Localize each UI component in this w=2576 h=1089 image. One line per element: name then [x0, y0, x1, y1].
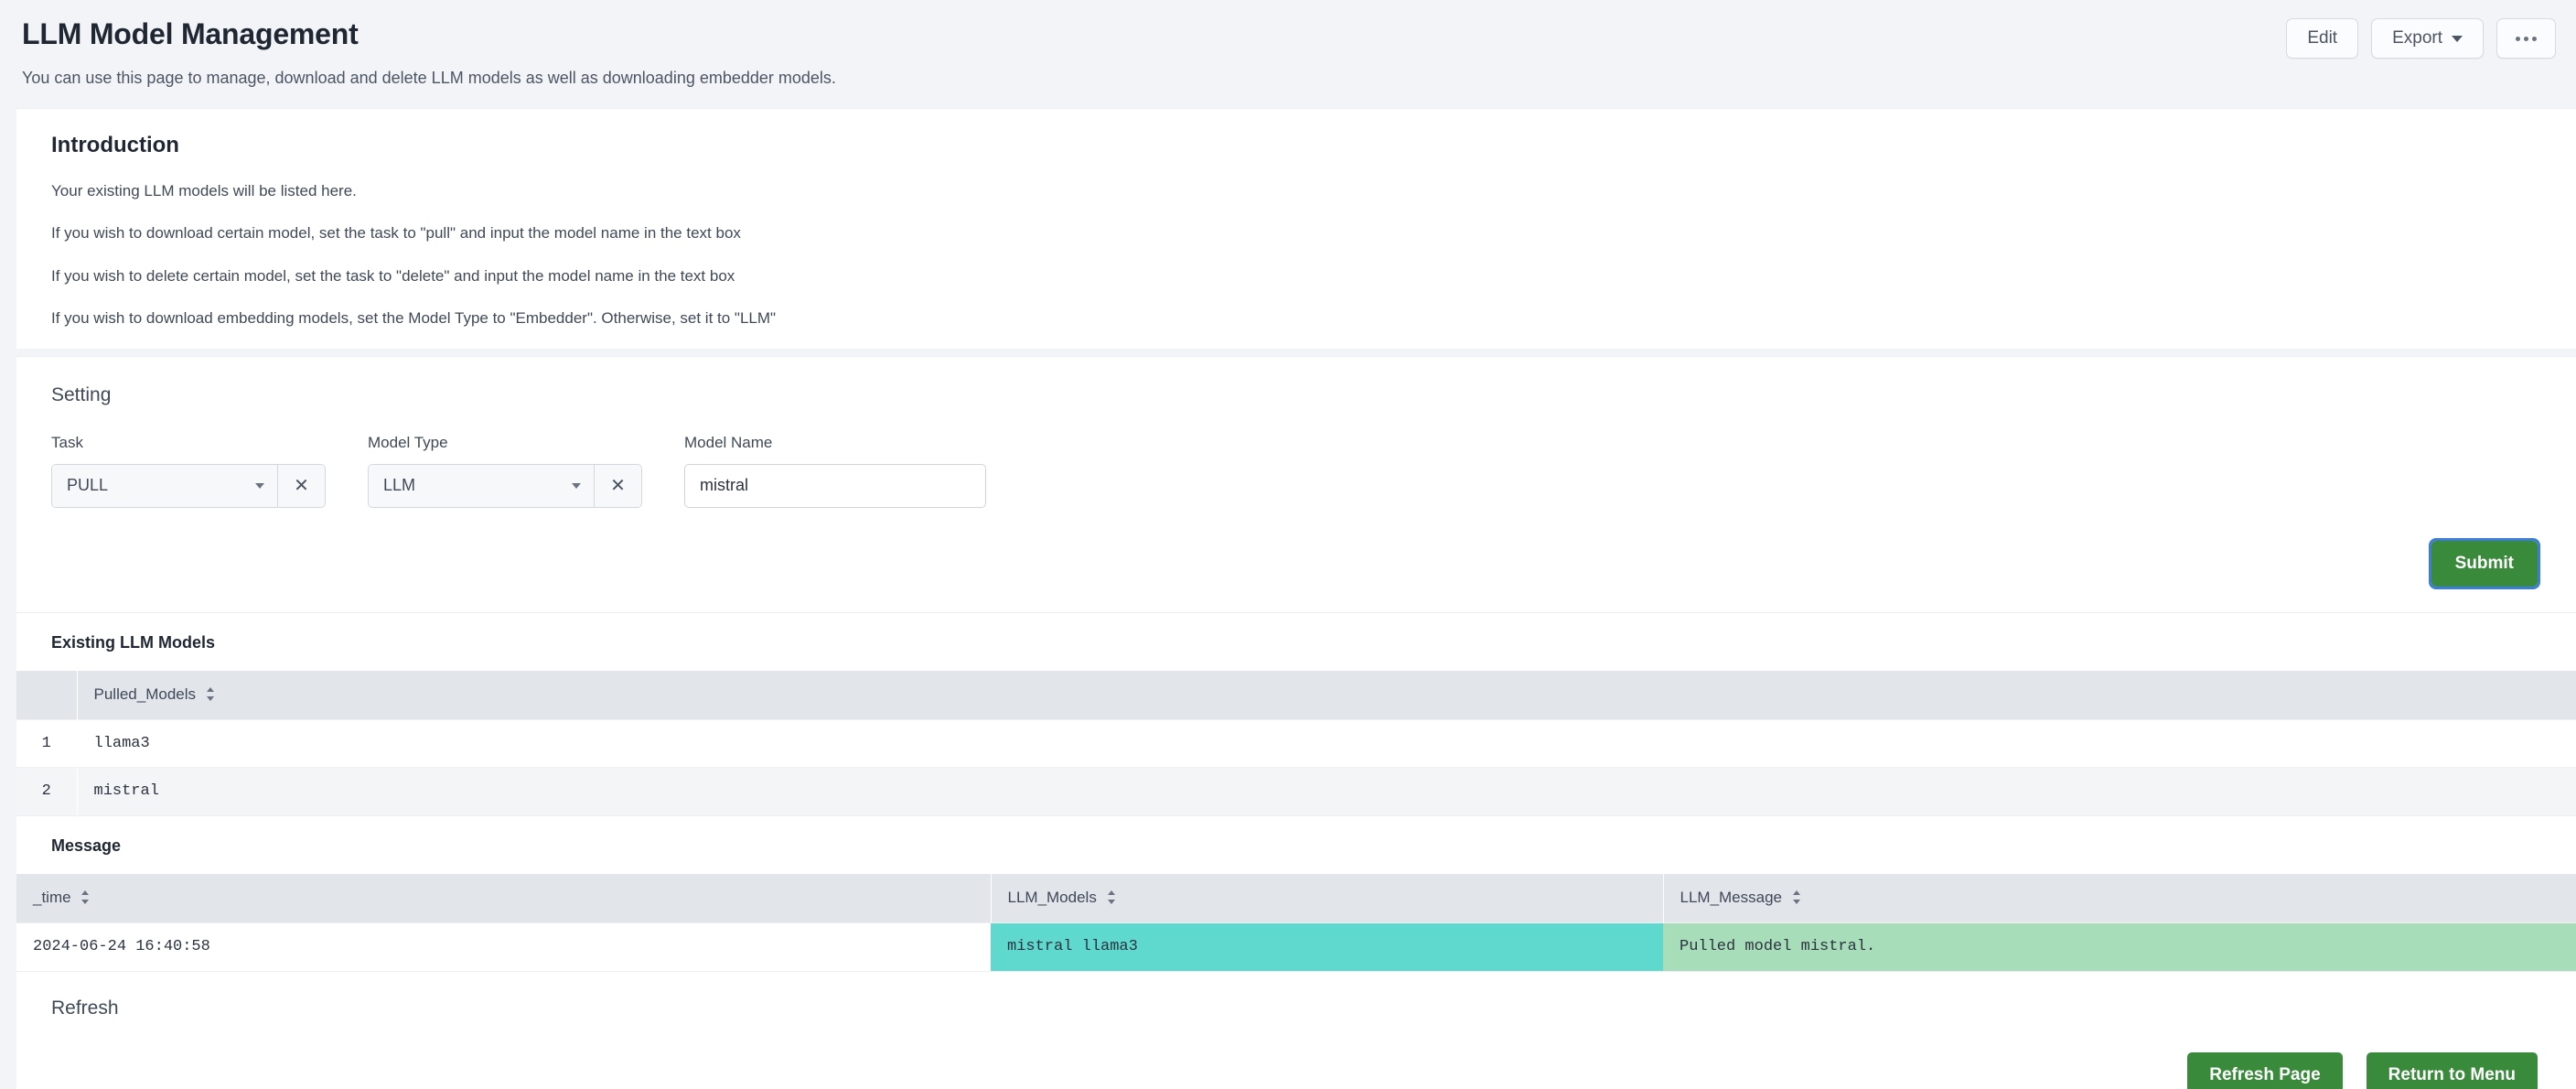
- table-row: 2 mistral: [16, 767, 2576, 815]
- sort-icon[interactable]: [206, 687, 215, 702]
- sort-icon[interactable]: [1792, 890, 1801, 905]
- row-index: 2: [16, 767, 78, 815]
- header-actions: Edit Export: [2286, 18, 2556, 59]
- submit-button[interactable]: Submit: [2428, 537, 2541, 589]
- page-title: LLM Model Management: [22, 17, 359, 50]
- close-icon: ✕: [610, 476, 626, 497]
- model-type-select-wrap: LLM ✕: [368, 463, 642, 508]
- model-type-clear-button[interactable]: ✕: [594, 464, 641, 507]
- column-header-llm-models[interactable]: LLM_Models: [991, 873, 1664, 923]
- submit-row: Submit: [16, 508, 2576, 612]
- task-clear-button[interactable]: ✕: [277, 464, 325, 507]
- table-row: 2024-06-24 16:40:58 mistral llama3 Pulle…: [16, 922, 2576, 971]
- sort-icon[interactable]: [1107, 890, 1116, 905]
- column-header-llm-message[interactable]: LLM_Message: [1663, 873, 2576, 923]
- setting-title: Setting: [51, 383, 112, 405]
- app-page: LLM Model Management You can use this pa…: [0, 0, 2576, 1089]
- existing-models-card: Existing LLM Models Pulled_Models 1 llam…: [16, 611, 2576, 815]
- page-header: LLM Model Management You can use this pa…: [0, 0, 2576, 108]
- model-type-select[interactable]: LLM: [369, 464, 594, 507]
- column-header-label: _time: [33, 889, 71, 907]
- introduction-line-1: Your existing LLM models will be listed …: [51, 182, 357, 199]
- refresh-actions: Refresh Page Return to Menu: [16, 1019, 2576, 1089]
- model-name-field: Model Name: [684, 434, 986, 508]
- column-header-label: LLM_Message: [1680, 889, 1783, 907]
- model-name-label: Model Name: [684, 433, 773, 451]
- export-button[interactable]: Export: [2371, 18, 2484, 59]
- chevron-down-icon: [255, 482, 264, 489]
- task-label: Task: [51, 433, 83, 451]
- refresh-page-button[interactable]: Refresh Page: [2187, 1051, 2343, 1089]
- table-header-row: _time LLM_Models LLM_Message: [16, 873, 2576, 923]
- edit-button-label: Edit: [2307, 28, 2338, 48]
- introduction-line-4: If you wish to download embedding models…: [51, 309, 777, 328]
- export-button-label: Export: [2392, 28, 2442, 48]
- setting-card: Setting Task PULL ✕ Model Type LLM ✕ Mod…: [16, 355, 2576, 612]
- task-field: Task PULL ✕: [51, 434, 326, 508]
- existing-models-caption: Existing LLM Models: [51, 632, 216, 652]
- model-type-select-value: LLM: [383, 476, 416, 495]
- refresh-title: Refresh: [51, 997, 119, 1019]
- table-row: 1 llama3: [16, 719, 2576, 768]
- column-header-label: Pulled_Models: [93, 685, 197, 704]
- introduction-line-3: If you wish to delete certain model, set…: [51, 266, 735, 285]
- introduction-title: Introduction: [51, 133, 179, 157]
- ellipsis-icon: [2516, 36, 2537, 41]
- cell-llm-message: Pulled model mistral.: [1663, 922, 2576, 971]
- introduction-card: Introduction Your existing LLM models wi…: [16, 108, 2576, 349]
- model-name-input[interactable]: [684, 463, 986, 508]
- task-select-wrap: PULL ✕: [51, 463, 326, 508]
- sort-icon[interactable]: [81, 890, 90, 905]
- close-icon: ✕: [294, 476, 309, 497]
- task-select[interactable]: PULL: [52, 464, 277, 507]
- refresh-card: Refresh Refresh Page Return to Menu: [16, 970, 2576, 1089]
- message-card: Message _time LLM_Models LLM_Message 202…: [16, 814, 2576, 971]
- model-type-label: Model Type: [368, 433, 448, 451]
- column-header-time[interactable]: _time: [16, 873, 992, 923]
- more-options-button[interactable]: [2496, 18, 2556, 59]
- return-to-menu-button[interactable]: Return to Menu: [2366, 1051, 2538, 1089]
- chevron-down-icon: [572, 482, 581, 489]
- card-separator: [0, 348, 2576, 356]
- row-index-header: [16, 670, 78, 720]
- page-subtitle: You can use this page to manage, downloa…: [22, 69, 836, 88]
- cell-pulled-models: llama3: [77, 719, 2576, 768]
- column-header-pulled-models[interactable]: Pulled_Models: [77, 670, 2576, 720]
- cell-llm-models: mistral llama3: [991, 922, 1663, 971]
- row-index: 1: [16, 719, 78, 768]
- setting-fields: Task PULL ✕ Model Type LLM ✕ Model Name …: [16, 406, 2576, 508]
- task-select-value: PULL: [67, 476, 109, 495]
- table-header-row: Pulled_Models: [16, 670, 2576, 720]
- cell-time: 2024-06-24 16:40:58: [16, 922, 991, 971]
- column-header-label: LLM_Models: [1007, 889, 1097, 907]
- message-table: _time LLM_Models LLM_Message 2024-06-24: [16, 873, 2576, 971]
- cell-pulled-models: mistral: [77, 767, 2576, 815]
- chevron-down-icon: [2452, 35, 2463, 42]
- message-caption: Message: [51, 836, 122, 855]
- model-type-field: Model Type LLM ✕: [368, 434, 642, 508]
- edit-button[interactable]: Edit: [2286, 18, 2359, 59]
- existing-models-table: Pulled_Models 1 llama3 2 mistral: [16, 670, 2576, 815]
- introduction-line-2: If you wish to download certain model, s…: [51, 224, 741, 243]
